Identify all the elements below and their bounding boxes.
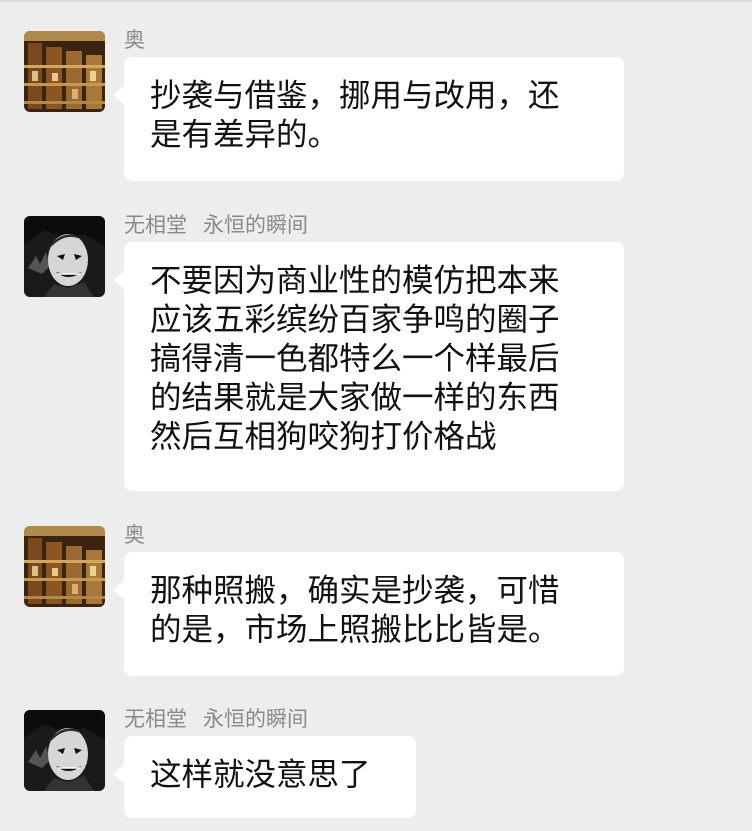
message-text-line: 不要因为商业性的模仿把本来 [150,263,560,299]
message-bubble[interactable]: 这样就没意思了 [113,736,416,818]
message-text-line: 是有差异的。 [150,117,340,153]
sender-group-nickname: 永恒的瞬间 [203,707,308,731]
message-text-line: 的是，市场上照搬比比皆是。 [150,612,560,648]
message-text-line: 搞得清一色都特么一个样最后 [150,341,560,377]
avatar[interactable] [24,526,105,607]
top-divider [0,0,752,2]
joker-icon [24,710,105,791]
sender-name: 无相堂 永恒的瞬间 [124,212,308,238]
message-text-line: 抄袭与借鉴，挪用与改用，还 [150,78,560,114]
sender-name: 无相堂 永恒的瞬间 [124,706,308,732]
sender-nickname: 奥 [124,28,145,52]
avatar[interactable] [24,216,105,297]
message-text-line: 然后互相狗咬狗打价格战 [150,419,497,455]
message-text-line: 应该五彩缤纷百家争鸣的圈子 [150,302,560,338]
sender-nickname: 无相堂 [124,707,187,731]
message-bubble[interactable]: 抄袭与借鉴，挪用与改用，还 是有差异的。 [113,57,624,181]
message-text-line: 那种照搬，确实是抄袭，可惜 [150,573,560,609]
sender-name: 奥 [124,27,161,53]
message-text-line: 这样就没意思了 [150,757,371,793]
message-text-line: 的结果就是大家做一样的东西 [150,380,560,416]
bookshelf-icon [24,526,105,607]
avatar[interactable] [24,31,105,112]
joker-icon [24,216,105,297]
sender-nickname: 无相堂 [124,213,187,237]
avatar[interactable] [24,710,105,791]
message-bubble[interactable]: 不要因为商业性的模仿把本来 应该五彩缤纷百家争鸣的圈子 搞得清一色都特么一个样最… [113,242,624,491]
bookshelf-icon [24,31,105,112]
sender-nickname: 奥 [124,523,145,547]
message-bubble[interactable]: 那种照搬，确实是抄袭，可惜 的是，市场上照搬比比皆是。 [113,552,624,676]
sender-name: 奥 [124,522,161,548]
sender-group-nickname: 永恒的瞬间 [203,213,308,237]
